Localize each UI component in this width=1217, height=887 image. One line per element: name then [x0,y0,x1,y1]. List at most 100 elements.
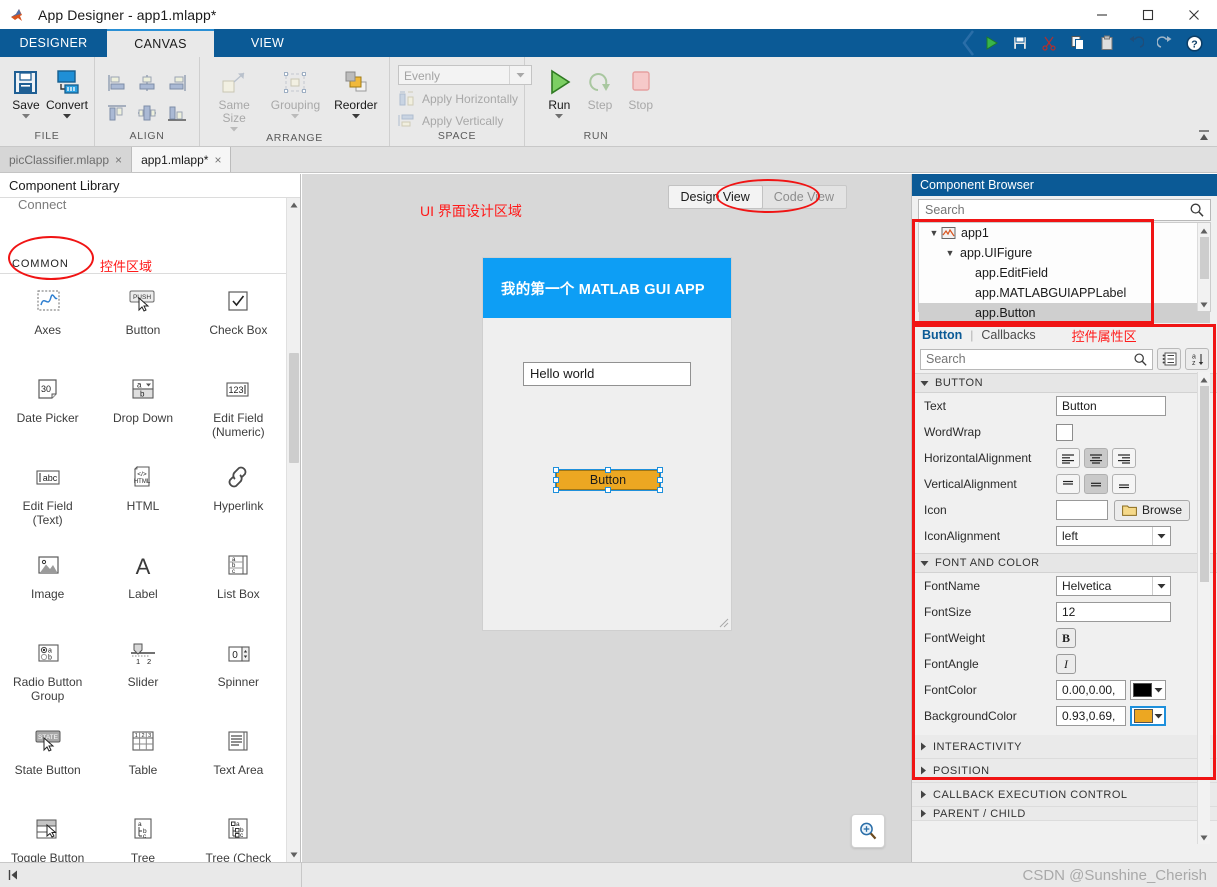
component-browser-search-input[interactable] [919,203,1189,217]
stop-button[interactable]: Stop [620,62,661,112]
reorder-button[interactable]: Reorder [329,62,383,119]
save-button[interactable]: Save [6,62,46,119]
fontangle-italic-toggle[interactable]: I [1056,654,1076,674]
component-item-edit-field-numeric[interactable]: 123 Edit Field(Numeric) [191,364,286,452]
align-text-top-icon[interactable] [1056,474,1080,494]
component-item-button[interactable]: PUSH Button [95,276,190,364]
ribbon-tab-designer[interactable]: DESIGNER [0,29,107,57]
icon-browse-button[interactable]: Browse [1114,500,1190,521]
component-item-image[interactable]: Image [0,540,95,628]
properties-search-input[interactable] [921,352,1133,366]
close-icon[interactable]: × [214,153,221,167]
component-item-html[interactable]: </>HTML HTML [95,452,190,540]
align-right-icon[interactable] [163,69,191,97]
section-header-position[interactable]: POSITION [912,759,1217,783]
same-size-button[interactable]: Same Size [206,62,262,132]
scroll-up-icon[interactable] [1200,377,1208,383]
component-item-axes[interactable]: Axes [0,276,95,364]
component-item-spinner[interactable]: 0 Spinner [191,628,286,716]
quick-run-button[interactable] [978,31,1004,55]
section-header-parent-child[interactable]: PARENT / CHILD [912,807,1217,821]
component-item-slider[interactable]: 12 Slider [95,628,190,716]
properties-tab-button[interactable]: Button [922,328,962,342]
section-header-interactivity[interactable]: INTERACTIVITY [912,735,1217,759]
uifigure-button-selection[interactable]: Button [553,467,663,493]
quick-cut-button[interactable] [1036,31,1062,55]
maximize-button[interactable] [1125,0,1171,29]
component-library-scrollbar[interactable] [286,198,300,862]
scroll-down-icon[interactable] [1200,835,1208,841]
component-item-hyperlink[interactable]: Hyperlink [191,452,286,540]
resize-handle-nw[interactable] [553,467,559,473]
backgroundcolor-input[interactable]: 0.93,0.69, [1056,706,1126,726]
fontsize-input[interactable]: 12 [1056,602,1171,622]
fontweight-bold-toggle[interactable]: B [1056,628,1076,648]
scroll-down-icon[interactable] [1200,302,1208,308]
text-property-input[interactable]: Button [1056,396,1166,416]
iconalignment-select[interactable]: left [1056,526,1171,546]
document-tab-picclassifier[interactable]: picClassifier.mlapp × [0,147,132,172]
resize-handle-n[interactable] [605,467,611,473]
quick-undo-button[interactable] [1123,31,1149,55]
component-browser-scrollbar[interactable] [1197,223,1210,311]
fontcolor-swatch[interactable] [1130,680,1166,700]
align-text-bottom-icon[interactable] [1112,474,1136,494]
component-item-drop-down[interactable]: ab Drop Down [95,364,190,452]
document-tab-app1[interactable]: app1.mlapp* × [132,147,231,172]
component-item-radio-button-group[interactable]: ab Radio ButtonGroup [0,628,95,716]
section-header-font-and-color[interactable]: FONT AND COLOR [912,553,1217,573]
align-center-icon[interactable] [133,69,161,97]
component-browser-tree[interactable]: ▼ app1 ▼ app.UIFigure app.EditField app.… [918,222,1211,312]
component-item-text-area[interactable]: Text Area [191,716,286,804]
resize-handle-e[interactable] [657,477,663,483]
properties-tab-callbacks[interactable]: Callbacks [981,328,1035,342]
zoom-in-button[interactable] [851,814,885,848]
resize-handle-sw[interactable] [553,487,559,493]
align-text-right-icon[interactable] [1112,448,1136,468]
quick-copy-button[interactable] [1065,31,1091,55]
align-text-center-icon[interactable] [1084,448,1108,468]
component-item-table[interactable]: 123 Table [95,716,190,804]
tree-node-matlabguiapplabel[interactable]: app.MATLABGUIAPPLabel [919,283,1210,303]
resize-handle-w[interactable] [553,477,559,483]
icon-property-input[interactable] [1056,500,1108,520]
tree-node-app1[interactable]: ▼ app1 [919,223,1210,243]
close-icon[interactable]: × [115,153,122,167]
scroll-up-icon[interactable] [287,198,300,212]
component-item-date-picker[interactable]: 30 Date Picker [0,364,95,452]
scroll-down-icon[interactable] [287,848,301,862]
convert-button[interactable]: Convert [46,62,88,119]
ribbon-tab-canvas[interactable]: CANVAS [107,29,214,57]
group-view-button[interactable] [1157,348,1181,370]
grouping-button[interactable]: Grouping [266,62,324,119]
tree-node-button[interactable]: app.Button [919,303,1210,323]
properties-search[interactable] [920,349,1153,370]
properties-scrollbar[interactable] [1197,372,1210,844]
component-item-state-button[interactable]: STATE State Button [0,716,95,804]
scrollbar-thumb[interactable] [1200,386,1209,582]
scrollbar-thumb[interactable] [289,353,299,463]
fontcolor-input[interactable]: 0.00,0.00, [1056,680,1126,700]
component-item-check-box[interactable]: Check Box [191,276,286,364]
minimize-button[interactable] [1079,0,1125,29]
apply-vertically-button[interactable]: Apply Vertically [398,113,532,129]
caret-down-icon[interactable]: ▼ [943,248,957,258]
resize-handle-ne[interactable] [657,467,663,473]
component-item-list-box[interactable]: abc List Box [191,540,286,628]
component-item-label[interactable]: A Label [95,540,190,628]
scrollbar-thumb[interactable] [1200,237,1209,279]
component-item-tree-check[interactable]: abc Tree (Check [191,804,286,862]
backgroundcolor-swatch[interactable] [1130,706,1166,726]
uifigure-edit-field[interactable]: Hello world [523,362,691,386]
close-button[interactable] [1171,0,1217,29]
quick-paste-button[interactable] [1094,31,1120,55]
apply-horizontally-button[interactable]: Apply Horizontally [398,91,532,107]
tree-node-editfield[interactable]: app.EditField [919,263,1210,283]
tree-node-uifigure[interactable]: ▼ app.UIFigure [919,243,1210,263]
wordwrap-checkbox[interactable] [1056,424,1073,441]
uifigure-preview[interactable]: 我的第一个 MATLAB GUI APP Hello world Button [483,258,731,630]
collapse-panel-icon[interactable] [8,869,20,881]
component-item-tree[interactable]: abc Tree [95,804,190,862]
resize-handle-s[interactable] [605,487,611,493]
align-left-icon[interactable] [103,69,131,97]
